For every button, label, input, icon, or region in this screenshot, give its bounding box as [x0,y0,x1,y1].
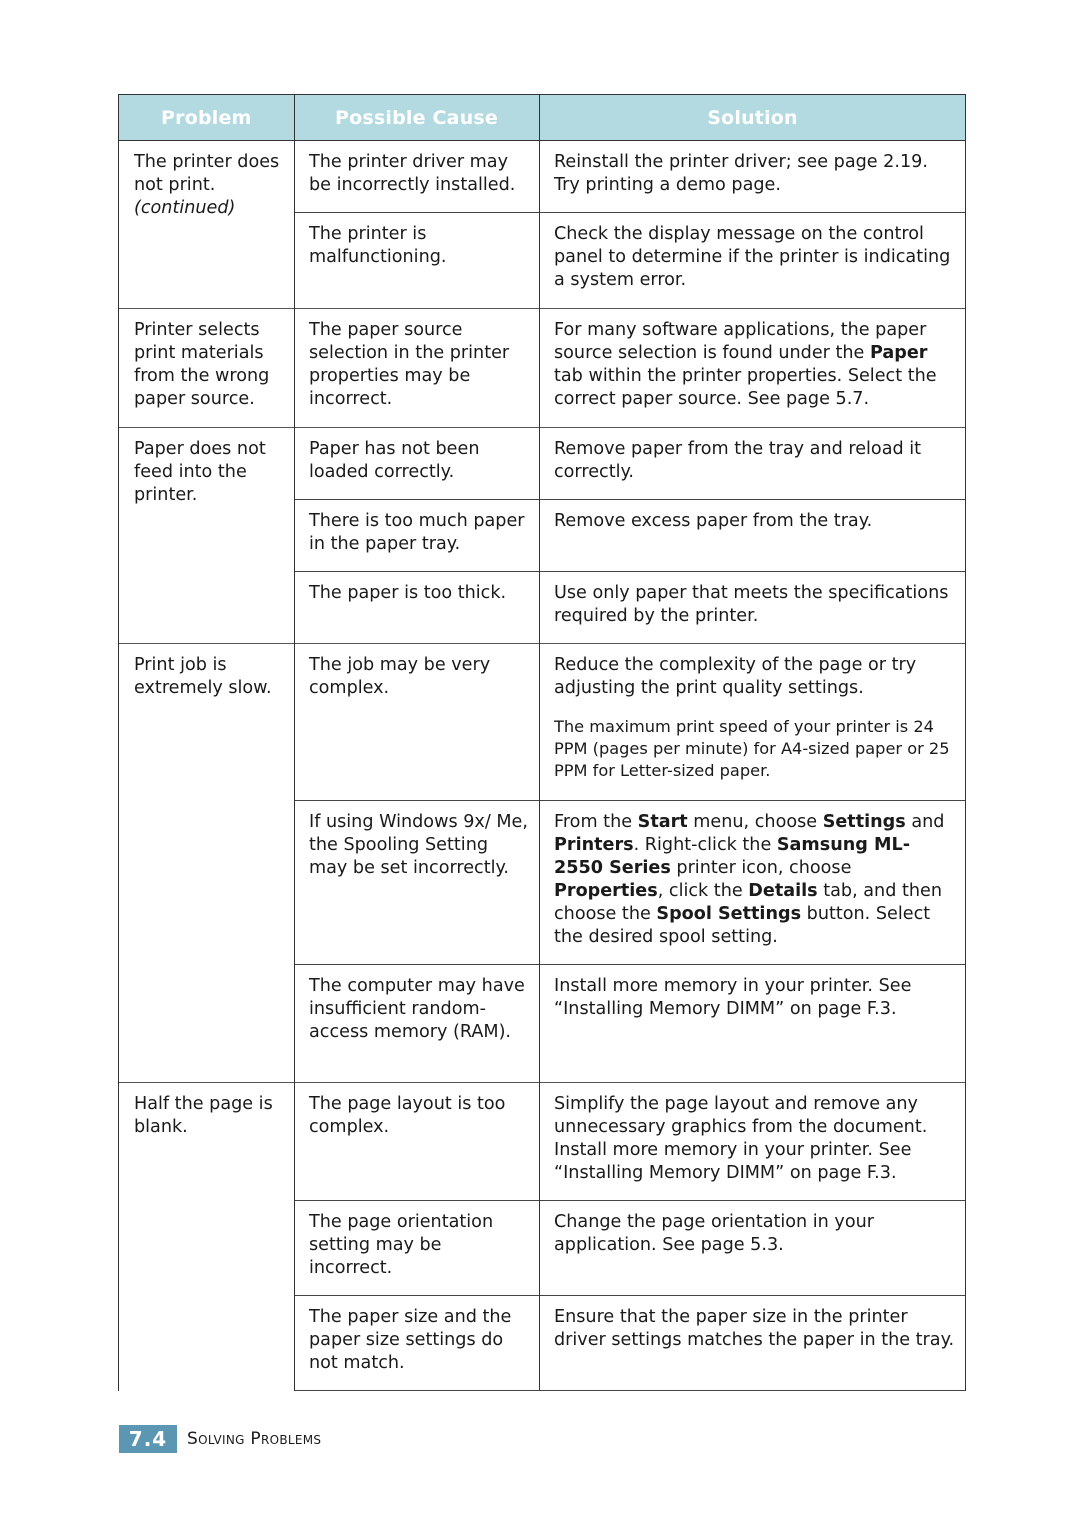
solution-text: From the [554,812,638,832]
cause-cell: The printer is malfunctioning. [294,212,540,309]
ui-term-paper-tab: Paper [869,343,928,363]
troubleshooting-table: Problem Possible Cause Solution The prin… [118,94,966,1391]
print-speed-note: The maximum print speed of your printer … [554,717,950,780]
table-row: The printer does not print. (continued) … [118,140,966,309]
ui-term-properties: Properties [554,881,658,901]
problem-cell: Print job is extremely slow. [118,643,295,1083]
solution-cell: Simplify the page layout and remove any … [539,1082,966,1201]
solution-cell: Reduce the complexity of the page or try… [539,643,966,801]
solution-cell: Use only paper that meets the specificat… [539,571,966,644]
cause-cell: If using Windows 9x/ Me, the Spooling Se… [294,800,540,965]
page-footer: 7.4 Solving Problems [119,1425,321,1453]
solution-text: printer icon, choose [670,858,852,878]
solution-cell: For many software applications, the pape… [539,308,966,428]
cause-cell: The computer may have insufficient rando… [294,964,540,1083]
solution-cell: From the Start menu, choose Settings and… [539,800,966,965]
solution-text: Reduce the complexity of the page or try… [554,655,917,698]
table-header-row: Problem Possible Cause Solution [118,94,966,141]
problem-cell: Paper does not feed into the printer. [118,427,295,644]
continued-note: (continued) [134,198,236,218]
cause-cell: The page orientation setting may be inco… [294,1200,540,1296]
cause-cell: The paper is too thick. [294,571,540,644]
problem-cell: Half the page is blank. [118,1082,295,1391]
table-row: Print job is extremely slow. The job may… [118,643,966,1083]
column-header-solution: Solution [539,94,966,141]
solution-cell: Remove excess paper from the tray. [539,499,966,572]
solution-cell: Change the page orientation in your appl… [539,1200,966,1296]
cause-cell: Paper has not been loaded correctly. [294,427,540,500]
table-row: Paper does not feed into the printer. Pa… [118,427,966,644]
solution-text: tab within the printer properties. Selec… [554,366,937,409]
solution-text: . Right-click the [633,835,777,855]
cause-cell: The paper size and the paper size settin… [294,1295,540,1391]
solution-cell: Install more memory in your printer. See… [539,964,966,1083]
cause-cell: The page layout is too complex. [294,1082,540,1201]
problem-text: The printer does not print. [134,152,280,195]
page-number-badge: 7.4 [119,1425,177,1453]
table-row: Printer selects print materials from the… [118,308,966,428]
solution-cell: Reinstall the printer driver; see page 2… [539,140,966,213]
table-row: Half the page is blank. The page layout … [118,1082,966,1391]
column-header-problem: Problem [118,94,295,141]
solution-cell: Remove paper from the tray and reload it… [539,427,966,500]
solution-cell: Check the display message on the control… [539,212,966,309]
ui-term-spool-settings: Spool Settings [656,904,802,924]
ui-term-settings: Settings [822,812,906,832]
ui-term-printers: Printers [554,835,634,855]
solution-text: , click the [657,881,749,901]
column-header-possible-cause: Possible Cause [294,94,540,141]
section-title: Solving Problems [187,1429,322,1449]
solution-cell: Ensure that the paper size in the printe… [539,1295,966,1391]
problem-cell: The printer does not print. (continued) [118,140,295,309]
ui-term-details: Details [748,881,818,901]
cause-cell: The paper source selection in the printe… [294,308,540,428]
cause-cell: The job may be very complex. [294,643,540,801]
solution-text: and [905,812,945,832]
cause-cell: The printer driver may be incorrectly in… [294,140,540,213]
ui-term-start: Start [637,812,688,832]
cause-cell: There is too much paper in the paper tra… [294,499,540,572]
solution-text: menu, choose [687,812,823,832]
problem-cell: Printer selects print materials from the… [118,308,295,428]
